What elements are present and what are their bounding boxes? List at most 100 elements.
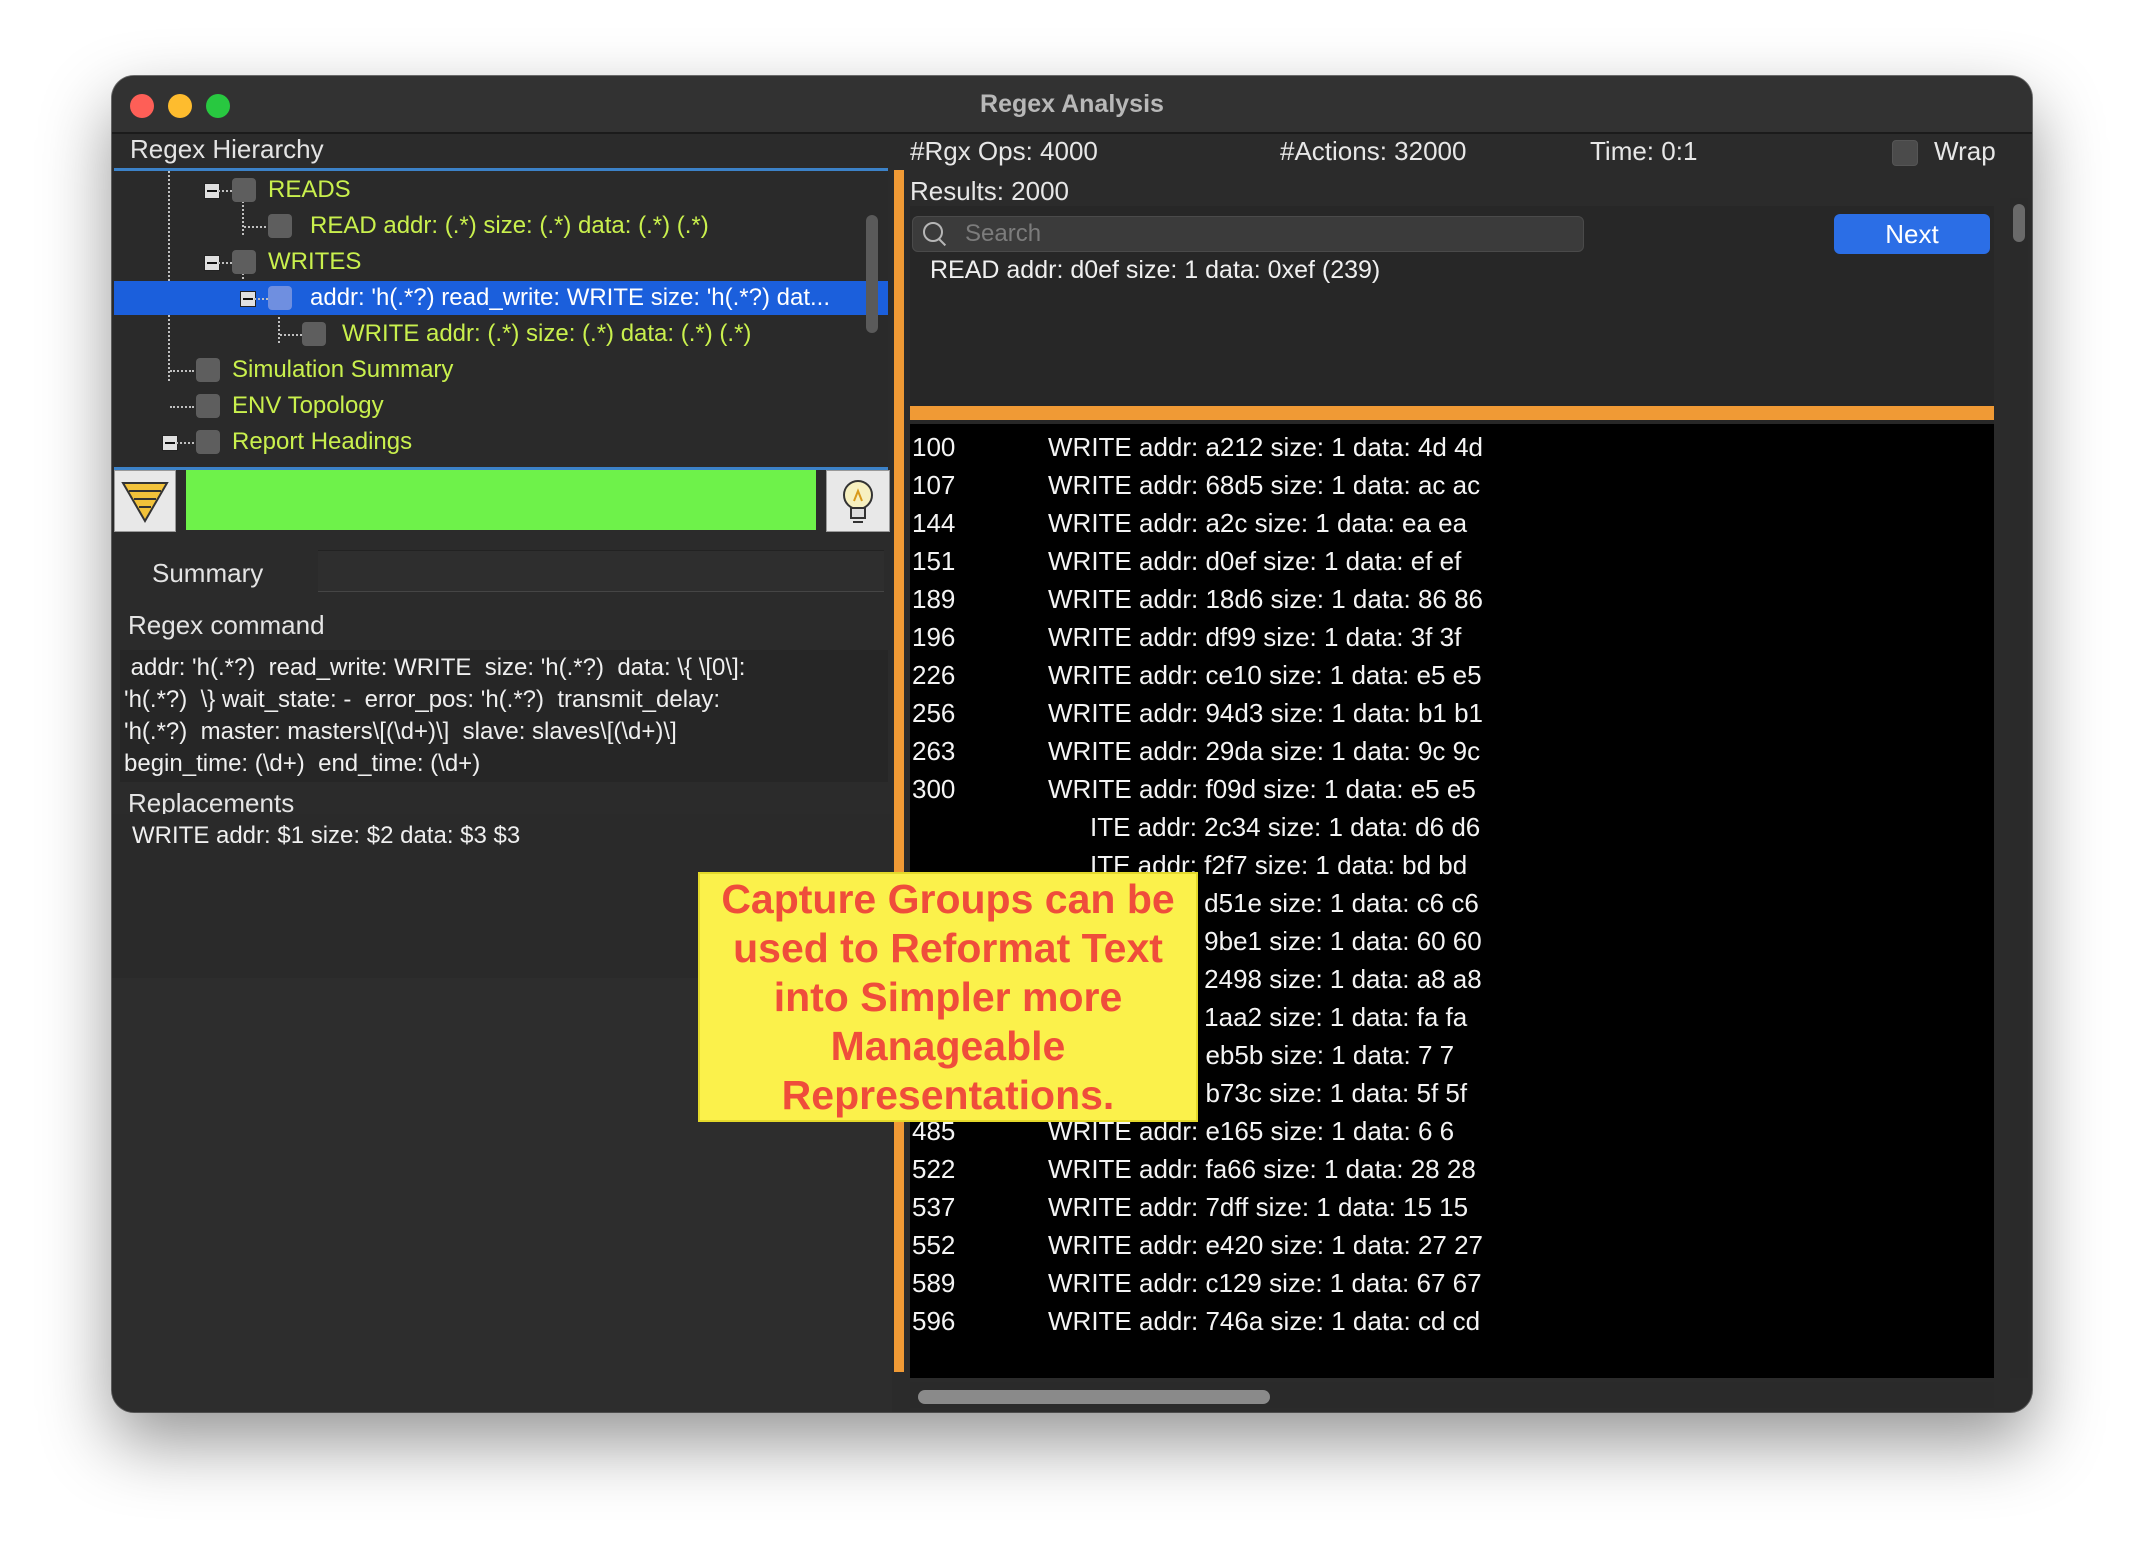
output-text: WRITE addr: 94d3 size: 1 data: b1 b1 — [1048, 698, 1484, 728]
output-text: WRITE addr: f09d size: 1 data: e5 e5 — [1048, 774, 1476, 804]
line-number: 300 — [912, 774, 956, 804]
tree-connector — [254, 298, 268, 300]
line-number: 522 — [912, 1154, 956, 1184]
output-row[interactable]: ITE addr: 2c34 size: 1 data: d6 d6 — [910, 810, 1994, 848]
hint-button[interactable] — [826, 470, 890, 532]
output-row[interactable]: 226 WRITE addr: ce10 size: 1 data: e5 e5 — [910, 658, 1994, 696]
output-row[interactable]: 144 WRITE addr: a2c size: 1 data: ea ea — [910, 506, 1994, 544]
summary-label: Summary — [152, 558, 264, 588]
line-number: 107 — [912, 470, 956, 500]
tree-item-env-topology[interactable]: ENV Topology — [114, 389, 888, 423]
status-bar — [186, 470, 816, 530]
output-row[interactable]: 107 WRITE addr: 68d5 size: 1 data: ac ac — [910, 468, 1994, 506]
line-number: 589 — [912, 1268, 956, 1298]
output-splitter[interactable] — [910, 406, 1994, 420]
vertical-scrollbar[interactable] — [2010, 198, 2028, 1378]
wrap-label: Wrap — [1934, 136, 1996, 166]
search-placeholder: Search — [965, 220, 1042, 247]
tree-checkbox[interactable] — [268, 286, 292, 310]
output-text: WRITE addr: 7dff size: 1 data: 15 15 — [1048, 1192, 1469, 1222]
regex-hierarchy-label: Regex Hierarchy — [130, 134, 324, 164]
output-text: WRITE addr: 29da size: 1 data: 9c 9c — [1048, 736, 1481, 766]
summary-field[interactable] — [318, 550, 884, 592]
tree-item-writes[interactable]: WRITES — [114, 245, 888, 279]
tree-connector — [176, 442, 194, 444]
tree-checkbox[interactable] — [268, 214, 292, 238]
title-bar: Regex Analysis — [112, 76, 2032, 134]
actions-count: #Actions: 32000 — [1280, 136, 1467, 166]
output-row[interactable]: 189 WRITE addr: 18d6 size: 1 data: 86 86 — [910, 582, 1994, 620]
output-row[interactable]: 537 WRITE addr: 7dff size: 1 data: 15 15 — [910, 1190, 1994, 1228]
output-row[interactable]: 596 WRITE addr: 746a size: 1 data: cd cd — [910, 1304, 1994, 1342]
filter-button[interactable] — [114, 470, 176, 532]
line-number: 537 — [912, 1192, 956, 1222]
next-button[interactable]: Next — [1834, 214, 1990, 254]
output-text: WRITE addr: e420 size: 1 data: 27 27 — [1048, 1230, 1484, 1260]
regex-command-label: Regex command — [128, 610, 325, 640]
horizontal-scrollbar[interactable] — [910, 1382, 1994, 1408]
tree-checkbox[interactable] — [196, 358, 220, 382]
tree-item-simulation-summary[interactable]: Simulation Summary — [114, 353, 888, 387]
line-number: 100 — [912, 432, 956, 462]
tree-connector — [218, 262, 232, 264]
tree-item-write-pattern[interactable]: WRITE addr: (.*) size: (.*) data: (.*) (… — [114, 317, 888, 351]
elapsed-time: Time: 0:1 — [1590, 136, 1698, 166]
window-title: Regex Analysis — [980, 90, 1164, 118]
output-text: WRITE addr: 18d6 size: 1 data: 86 86 — [1048, 584, 1484, 614]
replacement-text: WRITE addr: $1 size: $2 data: $3 $3 — [132, 822, 521, 849]
output-row[interactable]: 589 WRITE addr: c129 size: 1 data: 67 67 — [910, 1266, 1994, 1304]
output-row[interactable]: 256 WRITE addr: 94d3 size: 1 data: b1 b1 — [910, 696, 1994, 734]
tree-connector — [244, 226, 266, 228]
filter-funnel-icon — [121, 482, 169, 523]
line-number: 226 — [912, 660, 956, 690]
line-number: 196 — [912, 622, 956, 652]
regex-command-text[interactable]: addr: 'h(.*?) read_write: WRITE size: 'h… — [120, 650, 888, 782]
tree-item-write-regex[interactable]: addr: 'h(.*?) read_write: WRITE size: 'h… — [114, 281, 888, 315]
tree-item-label: ENV Topology — [232, 392, 384, 419]
tree-item-read-pattern[interactable]: READ addr: (.*) size: (.*) data: (.*) (.… — [114, 209, 888, 243]
tree-item-reads[interactable]: READS — [114, 173, 888, 207]
search-input[interactable]: Search — [912, 216, 1584, 252]
matched-line[interactable]: READ addr: d0ef size: 1 data: 0xef (239) — [930, 256, 1380, 285]
line-number: 552 — [912, 1230, 956, 1260]
output-row[interactable]: 263 WRITE addr: 29da size: 1 data: 9c 9c — [910, 734, 1994, 772]
line-number: 596 — [912, 1306, 956, 1336]
output-text: ITE addr: 2c34 size: 1 data: d6 d6 — [1090, 812, 1481, 842]
tree-item-label: READS — [268, 176, 351, 203]
tree-checkbox[interactable] — [232, 178, 256, 202]
tree-checkbox[interactable] — [302, 322, 326, 346]
tree-checkbox[interactable] — [232, 250, 256, 274]
lightbulb-icon — [843, 480, 873, 523]
horizontal-scroll-thumb[interactable] — [918, 1390, 1270, 1404]
line-number: 189 — [912, 584, 956, 614]
output-row[interactable]: 552 WRITE addr: e420 size: 1 data: 27 27 — [910, 1228, 1994, 1266]
regex-hierarchy-tree[interactable]: READS READ addr: (.*) size: (.*) data: (… — [114, 168, 888, 470]
vertical-scroll-thumb[interactable] — [2013, 204, 2025, 242]
output-row[interactable]: 522 WRITE addr: fa66 size: 1 data: 28 28 — [910, 1152, 1994, 1190]
output-row[interactable]: 100 WRITE addr: a212 size: 1 data: 4d 4d — [910, 430, 1994, 468]
output-text: WRITE addr: df99 size: 1 data: 3f 3f — [1048, 622, 1462, 652]
output-text: WRITE addr: ce10 size: 1 data: e5 e5 — [1048, 660, 1482, 690]
tree-item-label: Simulation Summary — [232, 356, 454, 383]
tree-item-label: Report Headings — [232, 428, 413, 455]
tree-scrollbar[interactable] — [866, 215, 878, 333]
tree-item-label: READ addr: (.*) size: (.*) data: (.*) (.… — [310, 212, 709, 239]
tree-item-report-headings[interactable]: Report Headings — [114, 425, 888, 459]
line-number: 263 — [912, 736, 956, 766]
output-row[interactable]: 300 WRITE addr: f09d size: 1 data: e5 e5 — [910, 772, 1994, 810]
output-row[interactable]: 196 WRITE addr: df99 size: 1 data: 3f 3f — [910, 620, 1994, 658]
output-row[interactable]: 151 WRITE addr: d0ef size: 1 data: ef ef — [910, 544, 1994, 582]
tree-checkbox[interactable] — [196, 394, 220, 418]
output-text: WRITE addr: 68d5 size: 1 data: ac ac — [1048, 470, 1481, 500]
output-text: WRITE addr: d0ef size: 1 data: ef ef — [1048, 546, 1462, 576]
output-text: WRITE addr: c129 size: 1 data: 67 67 — [1048, 1268, 1482, 1298]
output-text: WRITE addr: a2c size: 1 data: ea ea — [1048, 508, 1468, 538]
regex-analysis-window: Regex Analysis Regex Hierarchy READS REA… — [112, 76, 2032, 1412]
line-number: 151 — [912, 546, 956, 576]
pane-splitter[interactable] — [894, 170, 904, 1372]
search-icon — [923, 222, 943, 242]
wrap-checkbox[interactable] — [1892, 140, 1918, 166]
line-number: 144 — [912, 508, 956, 538]
tree-checkbox[interactable] — [196, 430, 220, 454]
output-text: WRITE addr: 746a size: 1 data: cd cd — [1048, 1306, 1481, 1336]
